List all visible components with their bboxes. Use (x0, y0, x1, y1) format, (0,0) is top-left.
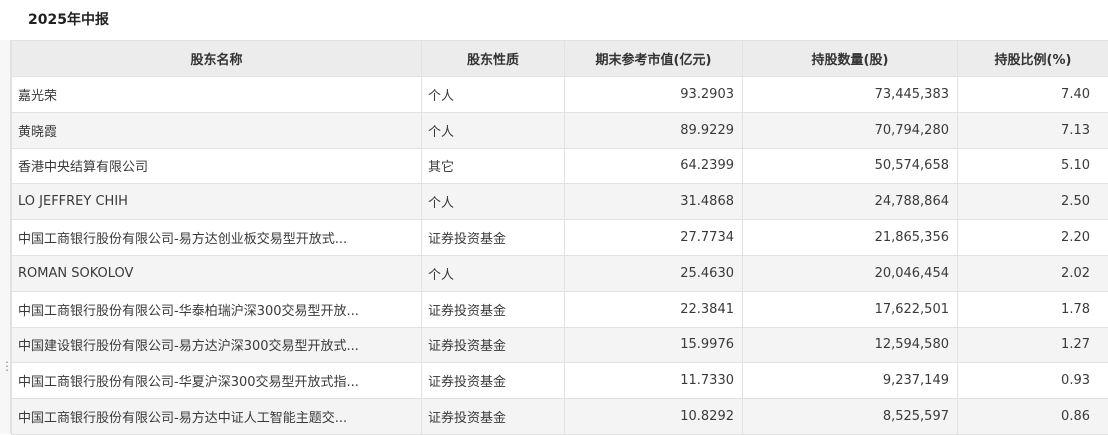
shareholder-type: 个人 (422, 112, 565, 148)
column-header-value[interactable]: 期末参考市值(亿元) (565, 41, 743, 77)
shareholder-type: 个人 (422, 255, 565, 291)
table-row[interactable]: 香港中央结算有限公司 其它 64.2399 50,574,658 5.10 (12, 148, 1108, 184)
column-header-shares[interactable]: 持股数量(股) (743, 41, 958, 77)
shareholder-name: 香港中央结算有限公司 (12, 148, 422, 184)
market-value: 10.8292 (565, 399, 743, 435)
market-value: 89.9229 (565, 112, 743, 148)
shareholder-name: 中国工商银行股份有限公司-华泰柏瑞沪深300交易型开放... (12, 291, 422, 327)
shareholder-type: 个人 (422, 77, 565, 113)
shareholder-type: 证券投资基金 (422, 327, 565, 363)
market-value: 11.7330 (565, 363, 743, 399)
share-count: 21,865,356 (743, 220, 958, 256)
shareholder-name: LO JEFFREY CHIH (12, 184, 422, 220)
share-count: 9,237,149 (743, 363, 958, 399)
market-value: 22.3841 (565, 291, 743, 327)
table-row[interactable]: 中国工商银行股份有限公司-华夏沪深300交易型开放式指... 证券投资基金 11… (12, 363, 1108, 399)
shareholder-type: 证券投资基金 (422, 291, 565, 327)
share-count: 24,788,864 (743, 184, 958, 220)
market-value: 25.4630 (565, 255, 743, 291)
table-header-row: 股东名称 股东性质 期末参考市值(亿元) 持股数量(股) 持股比例(%) (12, 41, 1108, 77)
table-row[interactable]: ROMAN SOKOLOV 个人 25.4630 20,046,454 2.02 (12, 255, 1108, 291)
table-row[interactable]: 中国工商银行股份有限公司-易方达创业板交易型开放式... 证券投资基金 27.7… (12, 220, 1108, 256)
market-value: 15.9976 (565, 327, 743, 363)
table-row[interactable]: 中国工商银行股份有限公司-华泰柏瑞沪深300交易型开放... 证券投资基金 22… (12, 291, 1108, 327)
holding-ratio: 1.78 (958, 291, 1108, 327)
shareholder-type: 证券投资基金 (422, 363, 565, 399)
share-count: 70,794,280 (743, 112, 958, 148)
market-value: 27.7734 (565, 220, 743, 256)
holding-ratio: 7.40 (958, 77, 1108, 113)
holding-ratio: 2.20 (958, 220, 1108, 256)
holding-ratio: 2.02 (958, 255, 1108, 291)
shareholder-name: 黄晓霞 (12, 112, 422, 148)
share-count: 73,445,383 (743, 77, 958, 113)
share-count: 17,622,501 (743, 291, 958, 327)
shareholder-type: 其它 (422, 148, 565, 184)
shareholder-name: 中国建设银行股份有限公司-易方达沪深300交易型开放式... (12, 327, 422, 363)
shareholder-type: 证券投资基金 (422, 220, 565, 256)
share-count: 12,594,580 (743, 327, 958, 363)
market-value: 64.2399 (565, 148, 743, 184)
table-row[interactable]: 中国建设银行股份有限公司-易方达沪深300交易型开放式... 证券投资基金 15… (12, 327, 1108, 363)
shareholder-type: 证券投资基金 (422, 399, 565, 435)
share-count: 8,525,597 (743, 399, 958, 435)
holding-ratio: 1.27 (958, 327, 1108, 363)
holding-ratio: 5.10 (958, 148, 1108, 184)
report-period-title: 2025年中报 (28, 9, 109, 29)
shareholder-name: 中国工商银行股份有限公司-华夏沪深300交易型开放式指... (12, 363, 422, 399)
holding-ratio: 0.86 (958, 399, 1108, 435)
shareholder-name: 中国工商银行股份有限公司-易方达中证人工智能主题交... (12, 399, 422, 435)
table-row[interactable]: 黄晓霞 个人 89.9229 70,794,280 7.13 (12, 112, 1108, 148)
column-header-ratio[interactable]: 持股比例(%) (958, 41, 1108, 77)
column-header-type[interactable]: 股东性质 (422, 41, 565, 77)
holding-ratio: 2.50 (958, 184, 1108, 220)
market-value: 93.2903 (565, 77, 743, 113)
table-row[interactable]: 中国工商银行股份有限公司-易方达中证人工智能主题交... 证券投资基金 10.8… (12, 399, 1108, 435)
share-count: 50,574,658 (743, 148, 958, 184)
left-panel-edge: ⋮ (0, 40, 11, 434)
shareholder-name: 嘉光荣 (12, 77, 422, 113)
top-shareholders-table: 股东名称 股东性质 期末参考市值(亿元) 持股数量(股) 持股比例(%) 嘉光荣… (11, 40, 1108, 435)
column-header-name[interactable]: 股东名称 (12, 41, 422, 77)
shareholder-name: 中国工商银行股份有限公司-易方达创业板交易型开放式... (12, 220, 422, 256)
holding-ratio: 0.93 (958, 363, 1108, 399)
table-row[interactable]: LO JEFFREY CHIH 个人 31.4868 24,788,864 2.… (12, 184, 1108, 220)
drag-handle-icon[interactable]: ⋮ (1, 355, 9, 377)
market-value: 31.4868 (565, 184, 743, 220)
report-header: 2025年中报 (0, 0, 1108, 41)
share-count: 20,046,454 (743, 255, 958, 291)
holding-ratio: 7.13 (958, 112, 1108, 148)
shareholder-type: 个人 (422, 184, 565, 220)
shareholder-name: ROMAN SOKOLOV (12, 255, 422, 291)
table-row[interactable]: 嘉光荣 个人 93.2903 73,445,383 7.40 (12, 77, 1108, 113)
